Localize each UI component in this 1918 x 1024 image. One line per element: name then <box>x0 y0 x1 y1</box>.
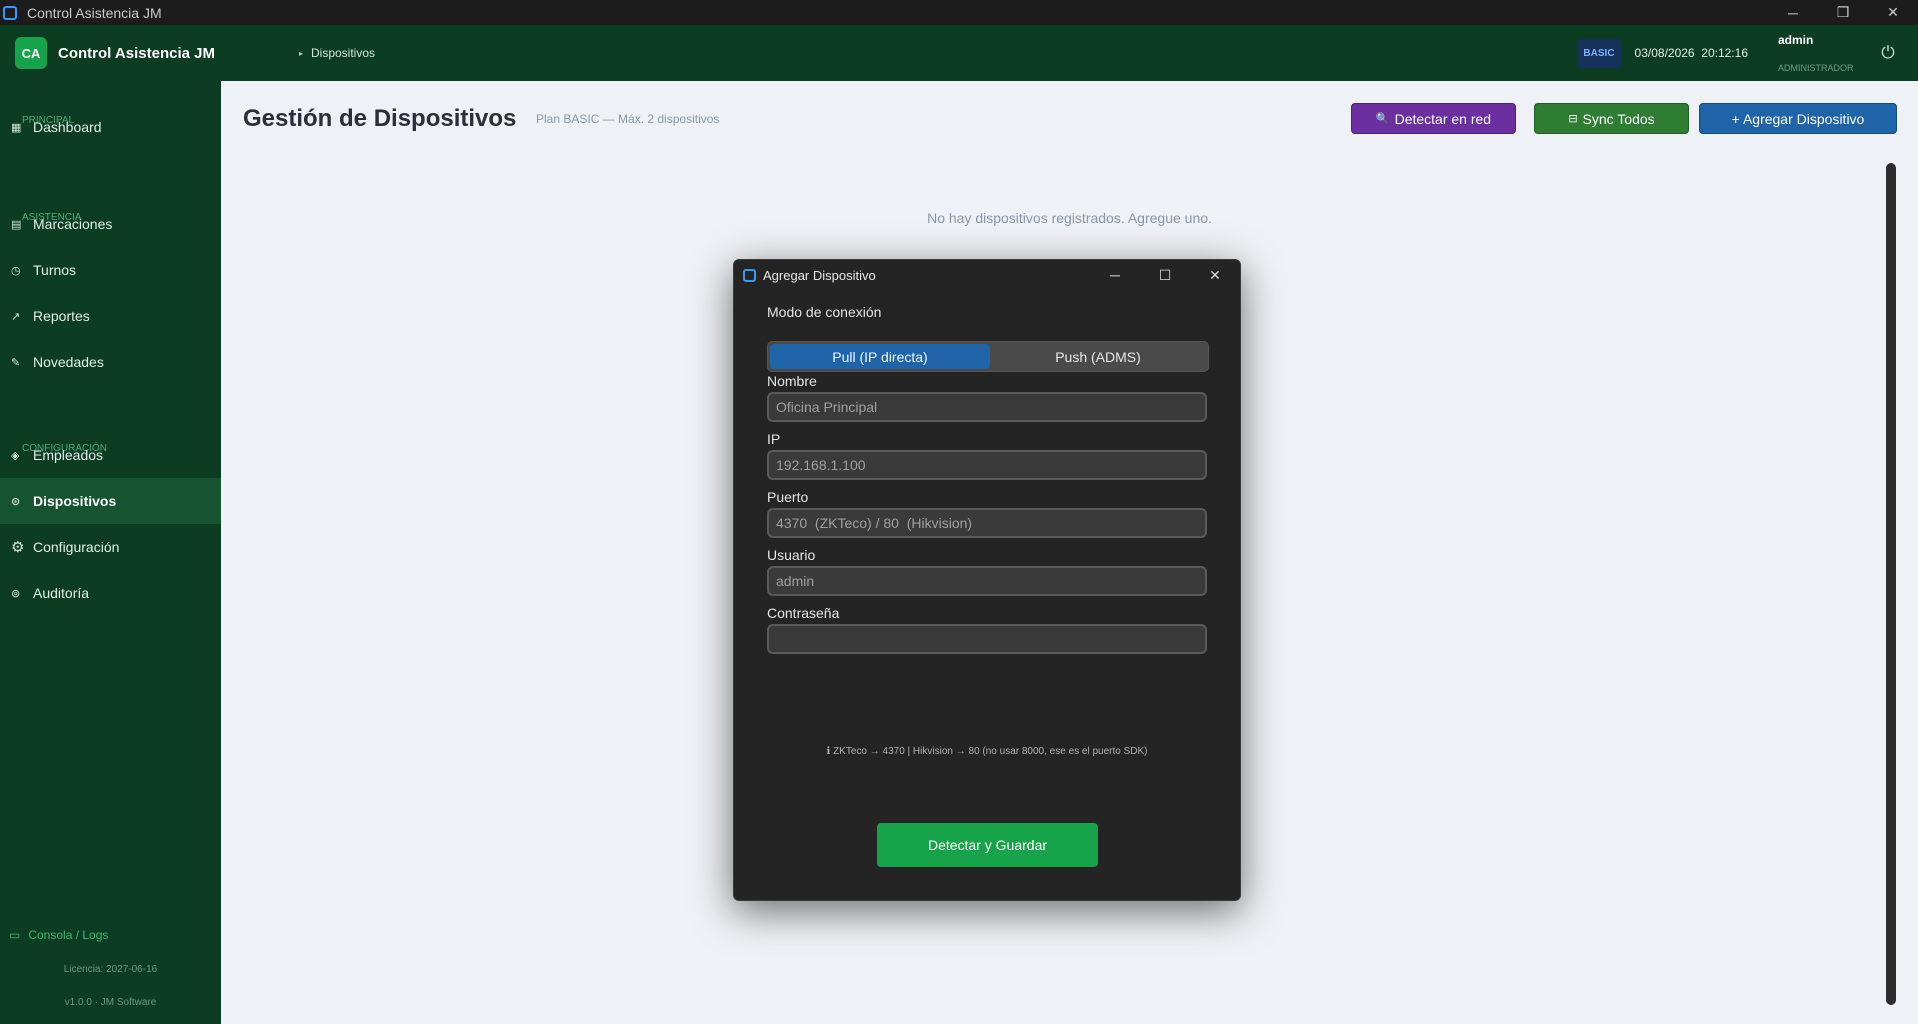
sync-all-button[interactable]: ⊟ Sync Todos <box>1534 103 1689 134</box>
user-role: ADMINISTRADOR <box>1778 63 1854 73</box>
sidebar-item-dispositivos[interactable]: ⊙ Dispositivos <box>0 478 221 524</box>
app-name: Control Asistencia JM <box>58 44 215 62</box>
employees-icon: ◈ <box>11 449 20 462</box>
page-title: Gestión de Dispositivos <box>243 105 517 132</box>
dialog-maximize-icon[interactable]: ☐ <box>1140 267 1190 284</box>
header-date-value: 03/08/2026 <box>1634 46 1695 60</box>
user-field[interactable] <box>767 566 1207 596</box>
empty-state-message: No hay dispositivos registrados. Agregue… <box>927 210 1212 226</box>
user-name: admin <box>1778 33 1814 47</box>
password-field[interactable] <box>767 624 1207 654</box>
sidebar-item-label: Dispositivos <box>33 493 117 509</box>
port-hint: ℹ ZKTeco → 4370 | Hikvision → 80 (no usa… <box>826 746 1148 757</box>
user-info: admin ADMINISTRADOR <box>1778 33 1858 73</box>
trend-icon: ↗ <box>11 310 21 323</box>
sidebar-item-reportes[interactable]: ↗ Reportes <box>0 293 221 339</box>
dialog-title: Agregar Dispositivo <box>763 267 876 283</box>
audit-icon: ⊚ <box>11 587 21 600</box>
marcaciones-icon: ▤ <box>11 218 22 231</box>
sidebar-item-label: Dashboard <box>33 119 102 135</box>
detect-network-label: Detectar en red <box>1394 110 1492 127</box>
sidebar-item-empleados[interactable]: ◈ Empleados <box>0 432 221 478</box>
sync-all-label: Sync Todos <box>1582 110 1655 127</box>
magnifier-icon: 🔍 <box>1375 113 1390 125</box>
sidebar-item-novedades[interactable]: ✎ Novedades <box>0 339 221 385</box>
page-subtitle: Plan BASIC — Máx. 2 dispositivos <box>536 112 720 126</box>
gear-icon: ⚙ <box>11 539 25 556</box>
name-field[interactable] <box>767 392 1207 422</box>
clock-icon: ◷ <box>11 264 21 277</box>
close-icon[interactable]: ✕ <box>1868 0 1918 25</box>
ip-field[interactable] <box>767 450 1207 480</box>
port-label: Puerto <box>767 489 809 505</box>
password-label: Contraseña <box>767 605 840 621</box>
breadcrumb-current: Dispositivos <box>311 46 376 60</box>
sidebar-item-dashboard[interactable]: ▦ Dashboard <box>0 104 221 150</box>
sidebar-item-label: Configuración <box>33 539 120 555</box>
device-icon: ⊙ <box>11 495 21 508</box>
dialog-close-icon[interactable]: ✕ <box>1190 267 1240 284</box>
header-time-value: 20:12:16 <box>1701 46 1748 60</box>
minimize-icon[interactable]: ─ <box>1768 0 1818 25</box>
dialog-titlebar[interactable]: Agregar Dispositivo ─ ☐ ✕ <box>734 260 1240 290</box>
dialog-minimize-icon[interactable]: ─ <box>1090 267 1140 283</box>
sidebar-item-marcaciones[interactable]: ▤ Marcaciones <box>0 201 221 247</box>
sidebar-item-turnos[interactable]: ◷ Turnos <box>0 247 221 293</box>
sidebar-item-configuracion[interactable]: ⚙ Configuración <box>0 524 221 570</box>
breadcrumb-dot-icon: ▸ <box>298 48 303 58</box>
add-device-dialog: Agregar Dispositivo ─ ☐ ✕ Modo de conexi… <box>733 259 1241 901</box>
add-device-button[interactable]: + Agregar Dispositivo <box>1699 103 1897 134</box>
mode-option-pull[interactable]: Pull (IP directa) <box>770 344 990 369</box>
scrollbar[interactable] <box>1886 163 1896 1005</box>
detect-and-save-button[interactable]: Detectar y Guardar <box>877 823 1098 867</box>
sidebar-item-label: Novedades <box>33 354 104 370</box>
ip-label: IP <box>767 431 781 447</box>
connection-mode-label: Modo de conexión <box>767 304 882 320</box>
restore-icon[interactable]: ❐ <box>1818 0 1868 25</box>
sidebar-item-label: Reportes <box>33 308 90 324</box>
sidebar-item-label: Turnos <box>33 262 77 278</box>
detect-network-button[interactable]: 🔍 Detectar en red <box>1351 103 1516 134</box>
breadcrumb: ▸ Dispositivos <box>299 46 375 60</box>
console-logs-link[interactable]: ▭ Consola / Logs <box>9 928 108 942</box>
plan-badge: BASIC <box>1577 38 1621 68</box>
mode-option-push[interactable]: Push (ADMS) <box>988 344 1208 369</box>
pencil-icon: ✎ <box>11 356 21 369</box>
sidebar: PRINCIPAL ▦ Dashboard ASISTENCIA ▤ Marca… <box>0 81 221 1024</box>
app-logo: CA <box>15 37 47 69</box>
sidebar-item-label: Marcaciones <box>33 216 113 232</box>
os-titlebar: Control Asistencia JM ─ ❐ ✕ <box>0 0 1918 25</box>
app-header: CA Control Asistencia JM ▸ Dispositivos … <box>0 25 1918 81</box>
dialog-app-icon <box>743 268 756 282</box>
sync-icon: ⊟ <box>1568 113 1578 125</box>
version-info: v1.0.0 · JM Software <box>64 997 157 1008</box>
name-label: Nombre <box>767 373 817 389</box>
power-icon[interactable]: ⏻ <box>1868 43 1908 63</box>
os-window-title: Control Asistencia JM <box>27 4 162 21</box>
sidebar-item-auditoria[interactable]: ⊚ Auditoría <box>0 570 221 616</box>
port-field[interactable] <box>767 508 1207 538</box>
header-date: 03/08/2026 20:12:16 <box>1635 46 1748 60</box>
header-right: BASIC 03/08/2026 20:12:16 admin ADMINIST… <box>1577 33 1918 73</box>
console-logs-label: Consola / Logs <box>28 928 109 942</box>
sidebar-item-label: Empleados <box>33 447 104 463</box>
user-label: Usuario <box>767 547 816 563</box>
dashboard-icon: ▦ <box>11 121 22 134</box>
license-info: Licencia: 2027-06-16 <box>63 964 158 975</box>
connection-mode-toggle: Pull (IP directa) Push (ADMS) <box>767 341 1209 372</box>
sidebar-item-label: Auditoría <box>33 585 90 601</box>
app-window-icon <box>3 5 17 20</box>
console-icon: ▭ <box>9 928 21 942</box>
